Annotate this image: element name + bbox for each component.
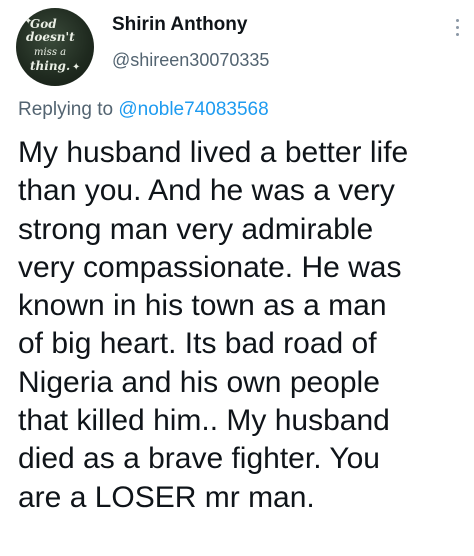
user-handle[interactable]: @shireen30070335: [112, 50, 269, 71]
display-name[interactable]: Shirin Anthony: [112, 14, 247, 36]
tweet[interactable]: ✦ ✦ God doesn't miss a thing. Shirin Ant…: [0, 0, 474, 556]
avatar-text: God doesn't miss a thing.: [16, 8, 94, 86]
tweet-text: My husband lived a better life than you.…: [18, 136, 409, 514]
more-vertical-icon: [456, 33, 459, 36]
avatar-text-line: thing.: [30, 59, 71, 73]
avatar[interactable]: ✦ ✦ God doesn't miss a thing.: [16, 8, 94, 86]
more-options-button[interactable]: [450, 14, 466, 42]
avatar-text-line: doesn't: [26, 30, 75, 44]
avatar-text-line: miss a: [34, 47, 67, 58]
replying-to-label: Replying to: [18, 99, 119, 120]
replying-to: Replying to @noble74083568: [18, 99, 269, 121]
more-vertical-icon: [456, 19, 459, 22]
avatar-text-line: God: [30, 17, 57, 31]
reply-mention-link[interactable]: @noble74083568: [118, 99, 268, 120]
more-vertical-icon: [456, 26, 459, 29]
